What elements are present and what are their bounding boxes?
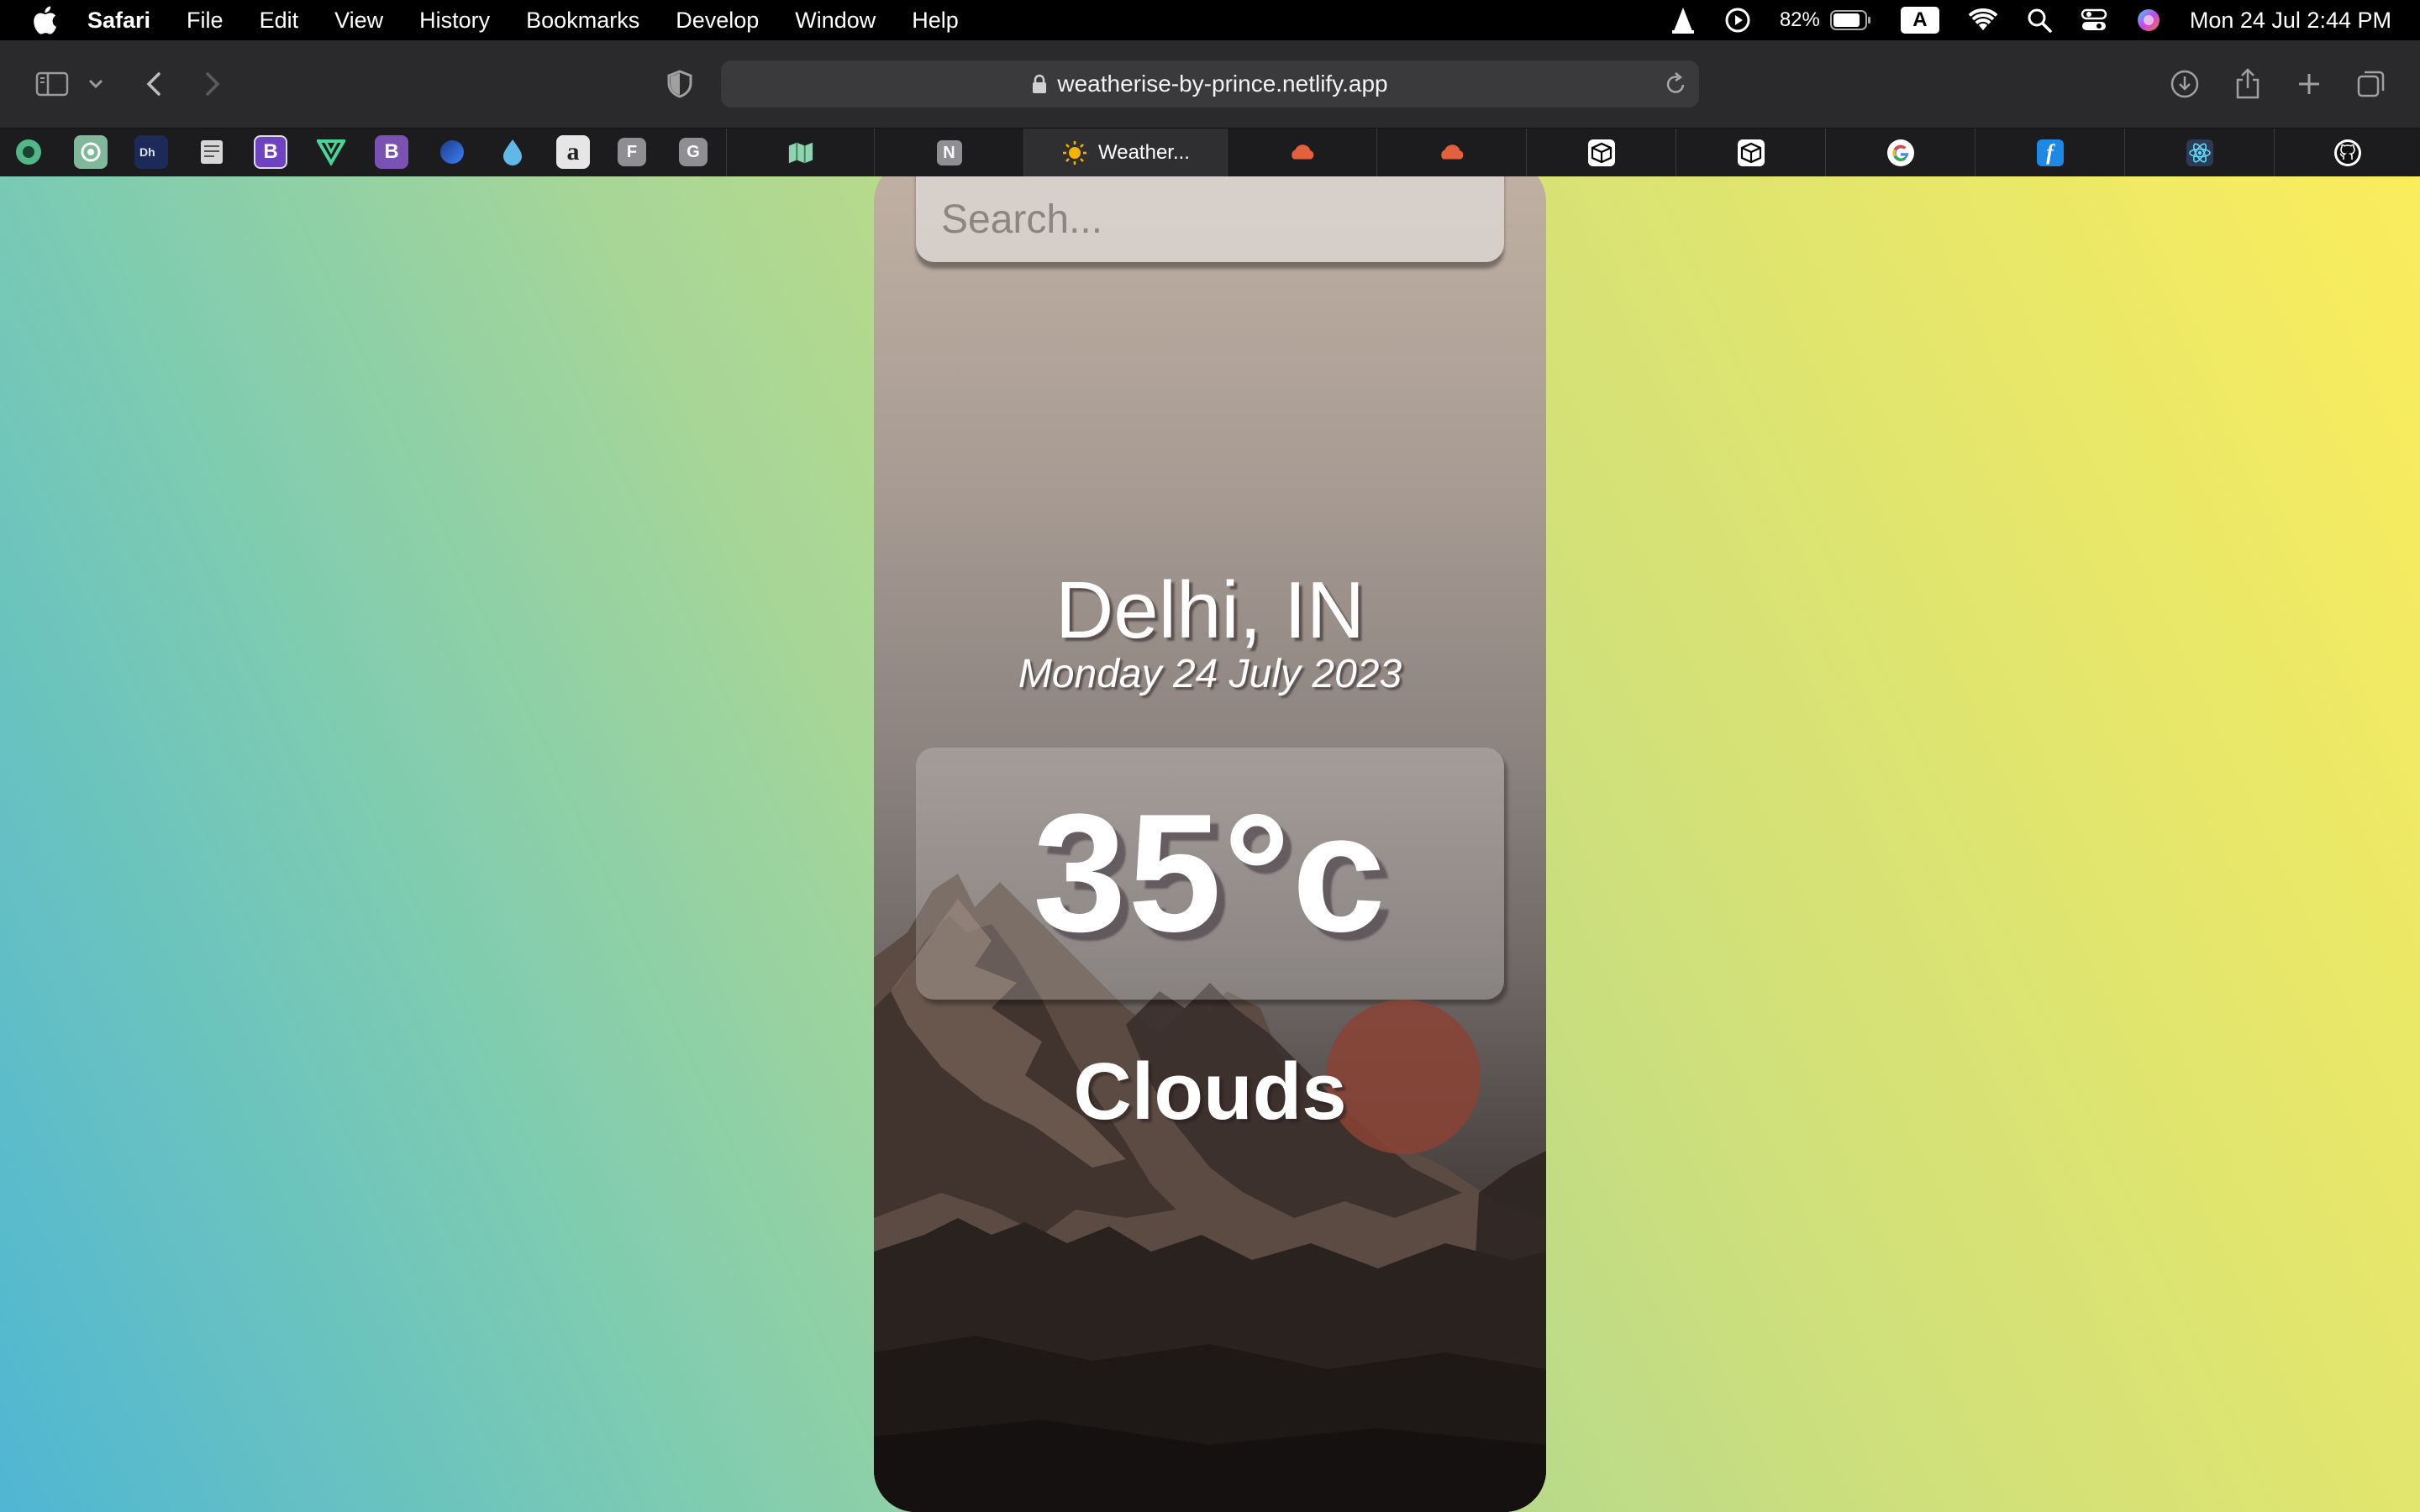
tab-overview-icon[interactable] xyxy=(2354,59,2388,109)
tab-cloud-2[interactable] xyxy=(1376,129,1526,177)
tab-f-blue[interactable]: f xyxy=(1975,129,2124,177)
back-button[interactable] xyxy=(141,59,166,109)
date-text: Monday 24 July 2023 xyxy=(1018,652,1402,696)
map-icon xyxy=(787,139,814,166)
temperature-box: 35°c xyxy=(916,748,1504,1000)
tab-bar: Dh B B a F G N Weather... f xyxy=(0,128,2420,177)
menu-history[interactable]: History xyxy=(419,8,490,34)
f-blue-icon: f xyxy=(2036,139,2064,166)
tab-notion-letter: N xyxy=(936,140,962,165)
menu-window[interactable]: Window xyxy=(795,8,876,34)
forward-button[interactable] xyxy=(200,59,225,109)
battery-percent: 82% xyxy=(1779,8,1820,31)
pinned-tab-dh-icon[interactable]: Dh xyxy=(134,135,168,169)
downloads-icon[interactable] xyxy=(2168,59,2202,109)
tab-map[interactable] xyxy=(726,129,874,177)
tab-google[interactable] xyxy=(1825,129,1975,177)
github-icon xyxy=(2333,139,2361,166)
menu-clock[interactable]: Mon 24 Jul 2:44 PM xyxy=(2190,8,2391,34)
apple-menu-icon[interactable] xyxy=(29,4,60,36)
pinned-tab-chatgpt-icon[interactable] xyxy=(74,135,108,169)
control-center-icon[interactable] xyxy=(2081,8,2107,33)
url-text: weatherise-by-prince.netlify.app xyxy=(1057,71,1388,97)
google-icon xyxy=(1886,139,1914,166)
menu-bookmarks[interactable]: Bookmarks xyxy=(526,8,639,34)
status-area: 82% A Mon 24 Jul 2:44 PM xyxy=(1642,0,2391,40)
react-icon xyxy=(2186,139,2213,166)
tab-weather-active[interactable]: Weather... xyxy=(1023,129,1227,177)
input-source-indicator[interactable]: A xyxy=(1900,7,1939,34)
menu-bar: Safari File Edit View History Bookmarks … xyxy=(0,0,2420,40)
menu-edit[interactable]: Edit xyxy=(260,8,299,34)
tab-github[interactable] xyxy=(2274,129,2420,177)
weather-card: Delhi, IN Monday 24 July 2023 35°c Cloud… xyxy=(874,176,1546,1512)
tab-notion[interactable]: N xyxy=(874,129,1023,177)
pinned-tab-g-icon[interactable]: G xyxy=(679,138,708,166)
pinned-tab-vite-icon[interactable] xyxy=(314,135,348,169)
tab-cloud-1[interactable] xyxy=(1227,129,1376,177)
page-background: Delhi, IN Monday 24 July 2023 35°c Cloud… xyxy=(0,176,2420,1512)
weather-condition: Clouds xyxy=(1073,1047,1347,1137)
vlc-icon[interactable] xyxy=(1670,6,1696,34)
new-tab-icon[interactable] xyxy=(2292,59,2326,109)
cloud-orange-icon xyxy=(1439,139,1465,166)
sidebar-toggle-icon[interactable] xyxy=(34,59,71,109)
tab-weather-title: Weather... xyxy=(1098,141,1190,164)
chevron-down-icon[interactable] xyxy=(86,59,106,109)
pinned-tab-bootstrap-docs-icon[interactable]: B xyxy=(375,135,408,169)
pinned-tab-chat-icon[interactable] xyxy=(12,135,45,169)
spotlight-search-icon[interactable] xyxy=(2027,8,2052,33)
sun-icon xyxy=(1061,139,1088,166)
pinned-tab-globe-icon[interactable] xyxy=(435,135,469,169)
tab-codesandbox-2[interactable] xyxy=(1676,129,1825,177)
menu-file[interactable]: File xyxy=(187,8,224,34)
reload-icon[interactable] xyxy=(1664,71,1687,102)
tab-codesandbox-1[interactable] xyxy=(1526,129,1676,177)
siri-icon[interactable] xyxy=(2136,8,2161,33)
menu-develop[interactable]: Develop xyxy=(676,8,759,34)
address-bar[interactable]: weatherise-by-prince.netlify.app xyxy=(721,60,1699,108)
cube-icon xyxy=(1587,139,1615,166)
tab-react[interactable] xyxy=(2124,129,2274,177)
menu-safari[interactable]: Safari xyxy=(87,8,150,34)
search-input[interactable] xyxy=(916,176,1504,262)
lock-icon xyxy=(1032,74,1047,94)
privacy-shield-icon[interactable] xyxy=(666,59,694,109)
location-title: Delhi, IN xyxy=(1055,565,1365,655)
cloud-orange-icon xyxy=(1289,139,1316,166)
temperature-value: 35°c xyxy=(1033,780,1387,967)
browser-toolbar: weatherise-by-prince.netlify.app xyxy=(0,40,2420,128)
svg-text:Dh: Dh xyxy=(139,145,155,159)
cube-icon xyxy=(1737,139,1765,166)
pinned-tab-notes-icon[interactable] xyxy=(195,135,229,169)
menu-help[interactable]: Help xyxy=(912,8,959,34)
pinned-tab-drop-icon[interactable] xyxy=(496,135,529,169)
pinned-tab-a-icon[interactable]: a xyxy=(556,135,590,169)
battery-icon[interactable] xyxy=(1829,9,1872,31)
media-play-icon[interactable] xyxy=(1724,7,1751,34)
pinned-tab-bootstrap-icon[interactable]: B xyxy=(254,135,287,169)
wifi-icon[interactable] xyxy=(1968,8,1998,32)
share-icon[interactable] xyxy=(2231,59,2265,109)
menu-view[interactable]: View xyxy=(334,8,383,34)
pinned-tab-f-icon[interactable]: F xyxy=(618,138,646,166)
